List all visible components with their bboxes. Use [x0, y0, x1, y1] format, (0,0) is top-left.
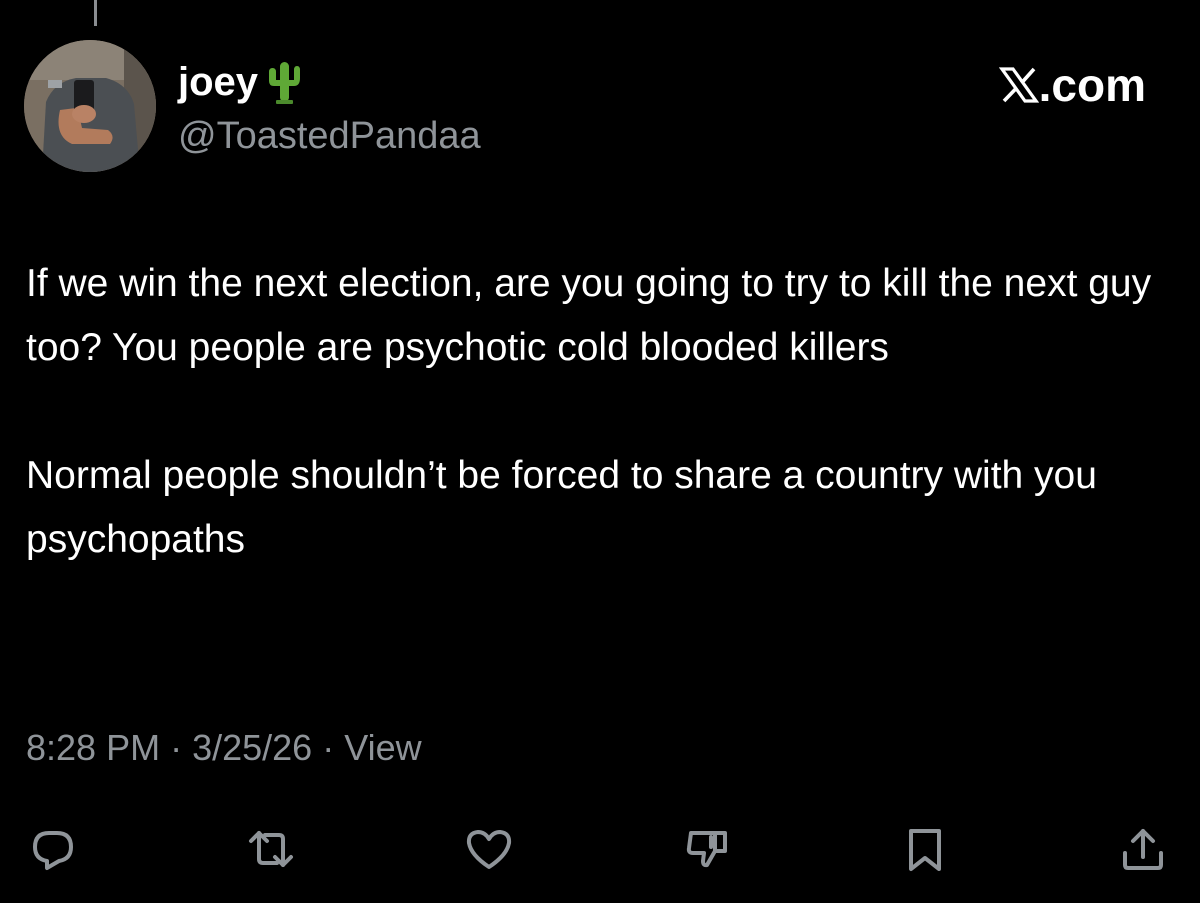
share-button[interactable] — [1116, 822, 1170, 876]
retweet-button[interactable] — [244, 822, 298, 876]
tweet-time[interactable]: 8:28 PM — [26, 726, 160, 769]
like-icon — [466, 830, 512, 869]
tweet-paragraph: Normal people shouldn’t be forced to sha… — [26, 454, 1097, 561]
views-link[interactable]: View — [344, 726, 421, 769]
x-logo-icon — [998, 67, 1039, 103]
avatar-photo — [24, 40, 156, 172]
author-name-row[interactable]: joey — [178, 58, 302, 106]
brand-label: .com — [1038, 59, 1146, 111]
dislike-button[interactable] — [680, 822, 734, 876]
author-handle[interactable]: @ToastedPandaa — [178, 115, 481, 158]
avatar[interactable] — [24, 40, 156, 172]
tweet-paragraph: If we win the next election, are you goi… — [26, 262, 1152, 369]
reply-button[interactable] — [26, 822, 80, 876]
cactus-icon — [266, 60, 302, 104]
brand-watermark: .com — [998, 59, 1146, 111]
tweet-body: If we win the next election, are you goi… — [26, 252, 1176, 572]
bookmark-icon — [909, 829, 941, 871]
tweet-meta: 8:28 PM · 3/25/26 · View — [26, 726, 422, 769]
tweet-date[interactable]: 3/25/26 — [192, 726, 312, 769]
meta-separator: · — [322, 727, 335, 768]
thread-connector-line — [94, 0, 97, 26]
reply-icon — [33, 831, 73, 870]
meta-separator: · — [170, 727, 183, 768]
display-name[interactable]: joey — [178, 62, 258, 102]
retweet-icon — [249, 831, 293, 867]
dislike-icon — [686, 831, 727, 868]
share-icon — [1123, 829, 1163, 870]
like-button[interactable] — [462, 822, 516, 876]
bookmark-button[interactable] — [898, 822, 952, 876]
action-bar — [0, 822, 1200, 878]
